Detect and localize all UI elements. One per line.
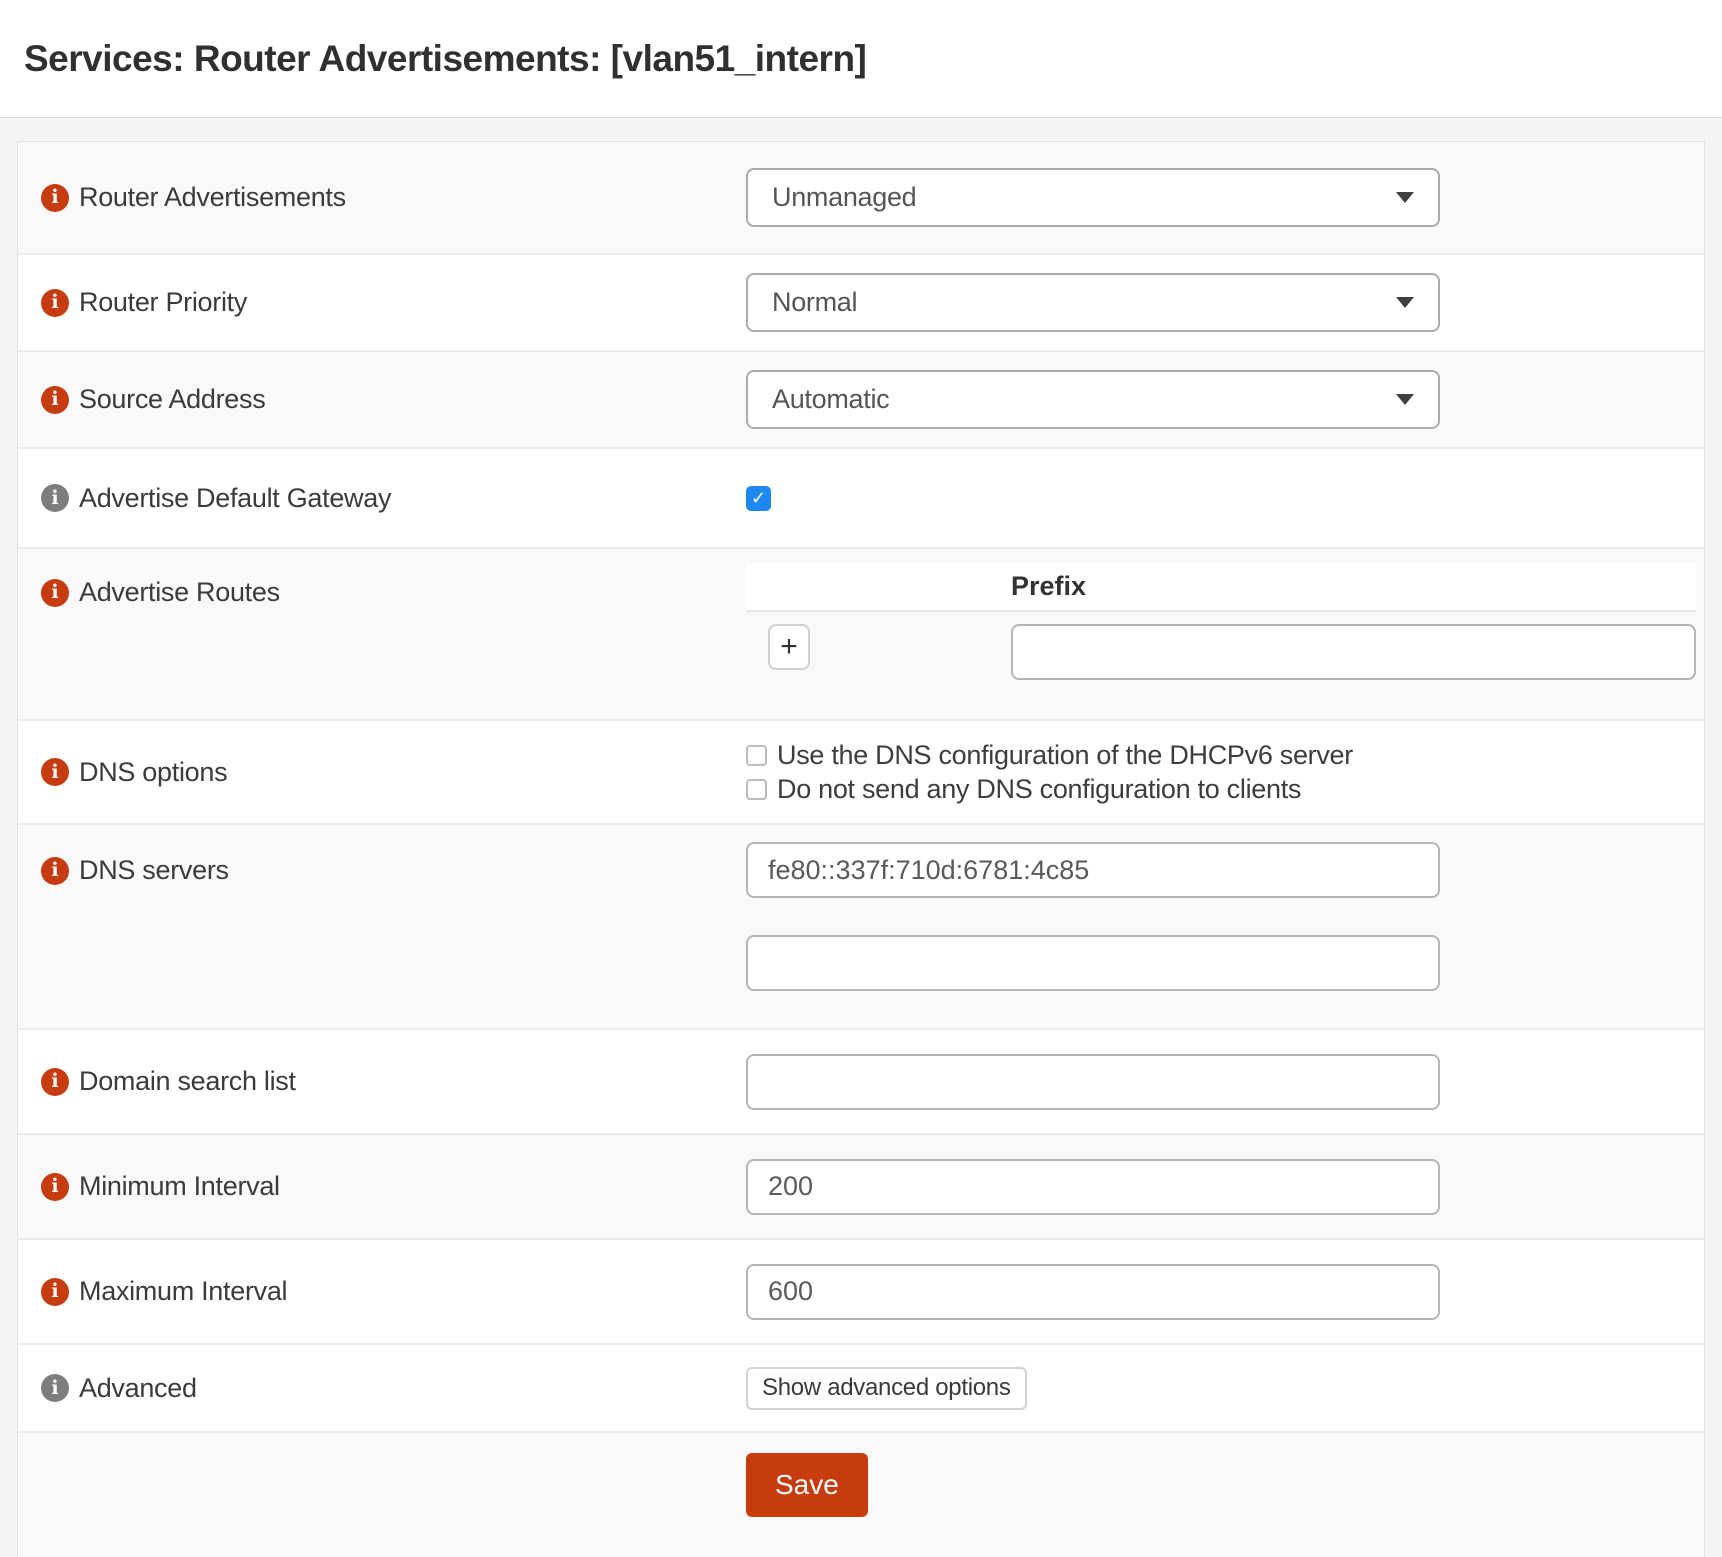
form-row-advertise-default-gateway: i Advertise Default Gateway ✓ [18, 447, 1704, 547]
row-label: Domain search list [79, 1066, 296, 1097]
prefix-input[interactable] [1011, 624, 1696, 680]
info-circle-icon[interactable]: i [41, 289, 69, 317]
info-circle-icon[interactable]: i [41, 1374, 69, 1402]
settings-form: i Router Advertisements Unmanaged i Rout… [17, 141, 1705, 1557]
advertise-default-gateway-checkbox[interactable]: ✓ [746, 486, 771, 511]
form-row-router-advertisements: i Router Advertisements Unmanaged [18, 142, 1704, 253]
info-circle-icon[interactable]: i [41, 1278, 69, 1306]
dns-server-1-input[interactable] [746, 842, 1440, 898]
router-priority-select[interactable]: Normal [746, 273, 1440, 332]
chevron-down-icon [1396, 394, 1414, 405]
form-row-dns-options: i DNS options Use the DNS configuration … [18, 719, 1704, 823]
form-row-minimum-interval: i Minimum Interval [18, 1133, 1704, 1238]
row-label: Router Priority [79, 287, 247, 318]
router-advertisements-select[interactable]: Unmanaged [746, 168, 1440, 227]
maximum-interval-input[interactable] [746, 1264, 1440, 1320]
info-circle-icon[interactable]: i [41, 386, 69, 414]
info-circle-icon[interactable]: i [41, 857, 69, 885]
row-label: Router Advertisements [79, 182, 346, 213]
select-value: Unmanaged [772, 182, 1396, 213]
row-label: DNS servers [79, 855, 229, 886]
row-label: DNS options [79, 757, 227, 788]
minimum-interval-input[interactable] [746, 1159, 1440, 1215]
no-dns-config-checkbox[interactable] [746, 779, 767, 800]
dns-option-use-dhcpv6: Use the DNS configuration of the DHCPv6 … [746, 740, 1696, 771]
row-label: Maximum Interval [79, 1276, 287, 1307]
form-row-dns-servers: i DNS servers [18, 823, 1704, 1028]
checkbox-label: Do not send any DNS configuration to cli… [777, 774, 1301, 805]
chevron-down-icon [1396, 297, 1414, 308]
show-advanced-options-button[interactable]: Show advanced options [746, 1367, 1027, 1410]
select-value: Automatic [772, 384, 1396, 415]
info-circle-icon[interactable]: i [41, 1068, 69, 1096]
routes-table-header: Prefix [746, 563, 1696, 612]
advertise-routes-table: Prefix + [746, 563, 1696, 680]
form-row-domain-search-list: i Domain search list [18, 1028, 1704, 1133]
source-address-select[interactable]: Automatic [746, 370, 1440, 429]
row-label: Source Address [79, 384, 265, 415]
page-title: Services: Router Advertisements: [vlan51… [24, 38, 866, 80]
use-dhcpv6-dns-checkbox[interactable] [746, 745, 767, 766]
form-row-save: Save [18, 1431, 1704, 1557]
row-label: Minimum Interval [79, 1171, 280, 1202]
page-header: Services: Router Advertisements: [vlan51… [0, 0, 1722, 118]
form-row-maximum-interval: i Maximum Interval [18, 1238, 1704, 1343]
info-circle-icon[interactable]: i [41, 758, 69, 786]
add-route-button[interactable]: + [768, 624, 810, 670]
checkmark-icon: ✓ [751, 488, 766, 509]
prefix-column-header: Prefix [1011, 571, 1086, 602]
info-circle-icon[interactable]: i [41, 1173, 69, 1201]
save-button[interactable]: Save [746, 1453, 868, 1517]
form-row-advanced: i Advanced Show advanced options [18, 1343, 1704, 1431]
row-label: Advertise Default Gateway [79, 483, 391, 514]
form-row-router-priority: i Router Priority Normal [18, 253, 1704, 350]
routes-table-row: + [746, 624, 1696, 680]
checkbox-label: Use the DNS configuration of the DHCPv6 … [777, 740, 1353, 771]
info-circle-icon[interactable]: i [41, 184, 69, 212]
dns-option-no-dns: Do not send any DNS configuration to cli… [746, 774, 1696, 805]
domain-search-list-input[interactable] [746, 1054, 1440, 1110]
info-circle-icon[interactable]: i [41, 484, 69, 512]
form-row-advertise-routes: i Advertise Routes Prefix + [18, 547, 1704, 719]
form-row-source-address: i Source Address Automatic [18, 350, 1704, 447]
select-value: Normal [772, 287, 1396, 318]
dns-server-2-input[interactable] [746, 935, 1440, 991]
info-circle-icon[interactable]: i [41, 579, 69, 607]
chevron-down-icon [1396, 192, 1414, 203]
row-label: Advanced [79, 1373, 197, 1404]
row-label: Advertise Routes [79, 577, 280, 608]
